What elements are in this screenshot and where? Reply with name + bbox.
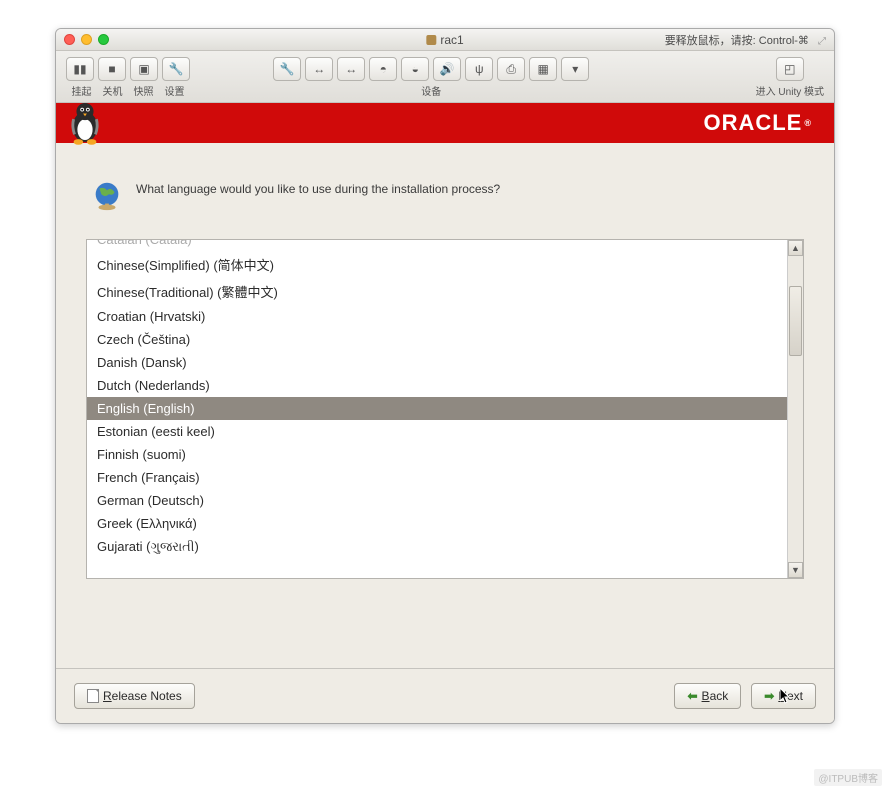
scroll-up-button[interactable]: ▲ (788, 240, 803, 256)
tools-icon[interactable]: 🔧 (273, 57, 301, 81)
usb-icon[interactable]: ψ (465, 57, 493, 81)
scroll-thumb[interactable] (789, 286, 802, 356)
language-option[interactable]: Dutch (Nederlands) (87, 374, 787, 397)
sound-icon[interactable]: 🔊 (433, 57, 461, 81)
disk-icon[interactable]: ◓ (369, 57, 397, 81)
language-option[interactable]: Chinese(Simplified) (简体中文) (87, 251, 787, 278)
release-notes-button[interactable]: Release Notes (74, 683, 195, 709)
toolbar-center-group: 🔧↔↔◓◒🔊ψ⎙▦▾ 设备 (273, 57, 589, 98)
penguin-icon (66, 98, 104, 146)
content-area: What language would you like to use duri… (56, 143, 834, 668)
unity-button[interactable]: ◰ (776, 57, 804, 81)
settings-button[interactable]: 🔧 (162, 57, 190, 81)
toolbar-label: 设置 (165, 83, 185, 98)
footer: Release Notes ⬅ Back ➡ Next (56, 668, 834, 723)
vm-toolbar: ▮▮■▣🔧 挂起关机快照设置 🔧↔↔◓◒🔊ψ⎙▦▾ 设备 ◰ 进入 Unity … (56, 51, 834, 103)
snapshot-button[interactable]: ▣ (130, 57, 158, 81)
expand-icon[interactable]: ⤢ (818, 36, 826, 47)
shared-icon[interactable]: ▦ (529, 57, 557, 81)
prompt-text: What language would you like to use duri… (136, 179, 500, 198)
back-button[interactable]: ⬅ Back (674, 683, 741, 709)
toolbar-label: 快照 (134, 83, 154, 98)
scroll-down-button[interactable]: ▼ (788, 562, 803, 578)
language-option[interactable]: Gujarati (ગુજરાતી) (87, 535, 787, 559)
minimize-icon[interactable] (81, 34, 92, 45)
window-controls (64, 34, 109, 45)
language-option[interactable]: English (English) (87, 397, 787, 420)
installer-pane: ORACLE® What language would you like to … (56, 103, 834, 723)
devices-label: 设备 (421, 83, 441, 98)
language-list-container: Catalan (Català)Chinese(Simplified) (简体中… (86, 239, 804, 579)
watermark: @ITPUB博客 (814, 769, 882, 786)
titlebar[interactable]: rac1 要释放鼠标，请按: Control-⌘ ⤢ (56, 29, 834, 51)
language-option[interactable]: Czech (Čeština) (87, 328, 787, 351)
app-icon (426, 35, 436, 45)
language-option[interactable]: Croatian (Hrvatski) (87, 305, 787, 328)
close-icon[interactable] (64, 34, 75, 45)
scrollbar[interactable]: ▲ ▼ (787, 240, 803, 578)
printer-icon[interactable]: ⎙ (497, 57, 525, 81)
vm-window: rac1 要释放鼠标，请按: Control-⌘ ⤢ ▮▮■▣🔧 挂起关机快照设… (55, 28, 835, 724)
toolbar-left-group: ▮▮■▣🔧 挂起关机快照设置 (66, 57, 190, 98)
language-list[interactable]: Catalan (Català)Chinese(Simplified) (简体中… (87, 240, 787, 578)
globe-icon (90, 179, 124, 213)
poweroff-button[interactable]: ■ (98, 57, 126, 81)
language-option[interactable]: Catalan (Català) (87, 240, 787, 251)
network1-icon[interactable]: ↔ (305, 57, 333, 81)
language-option[interactable]: Danish (Dansk) (87, 351, 787, 374)
cd-icon[interactable]: ◒ (401, 57, 429, 81)
toolbar-label: 挂起 (72, 83, 92, 98)
suspend-button[interactable]: ▮▮ (66, 57, 94, 81)
maximize-icon[interactable] (98, 34, 109, 45)
title-text: rac1 (440, 33, 463, 47)
language-option[interactable]: German (Deutsch) (87, 489, 787, 512)
scroll-track[interactable] (788, 256, 803, 562)
network2-icon[interactable]: ↔ (337, 57, 365, 81)
language-option[interactable]: Greek (Ελληνικά) (87, 512, 787, 535)
language-option[interactable]: Chinese(Traditional) (繁體中文) (87, 278, 787, 305)
language-option[interactable]: Estonian (eesti keel) (87, 420, 787, 443)
oracle-banner: ORACLE® (56, 103, 834, 143)
prompt-row: What language would you like to use duri… (86, 179, 804, 213)
oracle-logo: ORACLE® (703, 110, 812, 136)
language-option[interactable]: French (Français) (87, 466, 787, 489)
release-hint: 要释放鼠标，请按: Control-⌘ ⤢ (665, 32, 826, 48)
arrow-right-icon: ➡ (764, 689, 774, 703)
unity-label: 进入 Unity 模式 (756, 83, 824, 98)
toolbar-label: 关机 (103, 83, 123, 98)
next-button[interactable]: ➡ Next (751, 683, 816, 709)
more-icon[interactable]: ▾ (561, 57, 589, 81)
language-option[interactable]: Finnish (suomi) (87, 443, 787, 466)
window-title: rac1 (426, 33, 463, 47)
arrow-left-icon: ⬅ (687, 689, 697, 703)
document-icon (87, 689, 99, 703)
toolbar-right-group: ◰ 进入 Unity 模式 (756, 57, 824, 98)
